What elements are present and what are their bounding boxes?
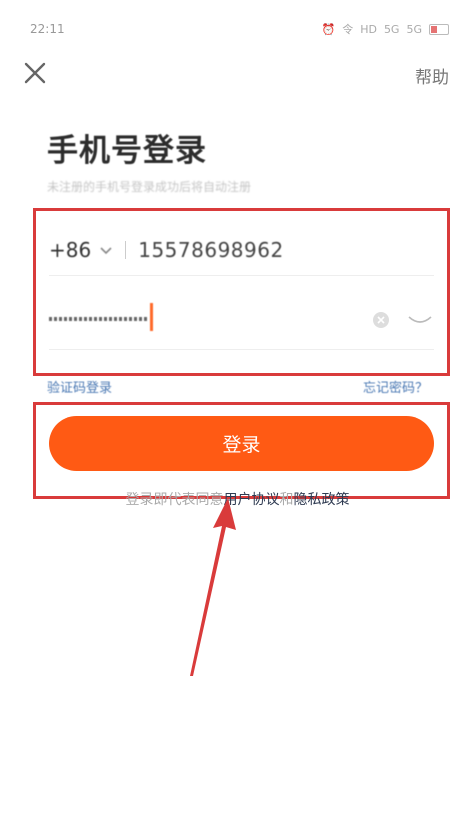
agreement-text: 登录即代表同意用户协议和隐私政策 (0, 489, 475, 509)
eye-closed-icon[interactable] (407, 313, 433, 327)
chevron-down-icon (100, 247, 112, 255)
wifi-icon: 令 (342, 23, 354, 36)
agreement-prefix: 登录即代表同意 (125, 492, 224, 508)
login-button[interactable]: 登录 (49, 416, 434, 471)
signal-5g-icon-2: 5G (406, 22, 422, 36)
credentials-highlight-box: +86 15578698962 (33, 208, 450, 376)
alarm-icon: ⏰ (321, 22, 336, 36)
close-icon[interactable] (22, 60, 48, 86)
page-subtitle: 未注册的手机号登录成功后将自动注册 (47, 180, 252, 194)
help-link[interactable]: 帮助 (415, 63, 449, 88)
signal-5g-icon: 5G (383, 22, 400, 36)
phone-row: +86 15578698962 (49, 225, 434, 276)
page-title: 手机号登录 (47, 133, 207, 169)
privacy-policy-link[interactable]: 隐私政策 (294, 492, 350, 508)
clear-icon[interactable] (371, 310, 391, 330)
country-code-label: +86 (49, 238, 92, 262)
text-caret (150, 303, 153, 331)
sms-login-link[interactable]: 验证码登录 (47, 377, 112, 396)
battery-icon (429, 23, 449, 35)
password-input[interactable] (49, 291, 434, 350)
user-agreement-link[interactable]: 用户协议 (224, 492, 280, 508)
hd-signal-icon: HD (360, 22, 377, 36)
status-icons: ⏰ 令 HD 5G 5G (321, 21, 449, 37)
divider (125, 241, 127, 259)
status-bar: 22:11 ⏰ 令 HD 5G 5G (0, 0, 475, 40)
password-masked-value (49, 317, 147, 321)
phone-input[interactable]: 15578698962 (138, 238, 283, 262)
agreement-and: 和 (279, 492, 294, 508)
country-code-selector[interactable]: +86 (49, 238, 113, 262)
login-highlight-box: 登录 (33, 402, 450, 499)
status-time: 22:11 (30, 22, 65, 36)
forgot-password-link[interactable]: 忘记密码？ (363, 377, 428, 396)
